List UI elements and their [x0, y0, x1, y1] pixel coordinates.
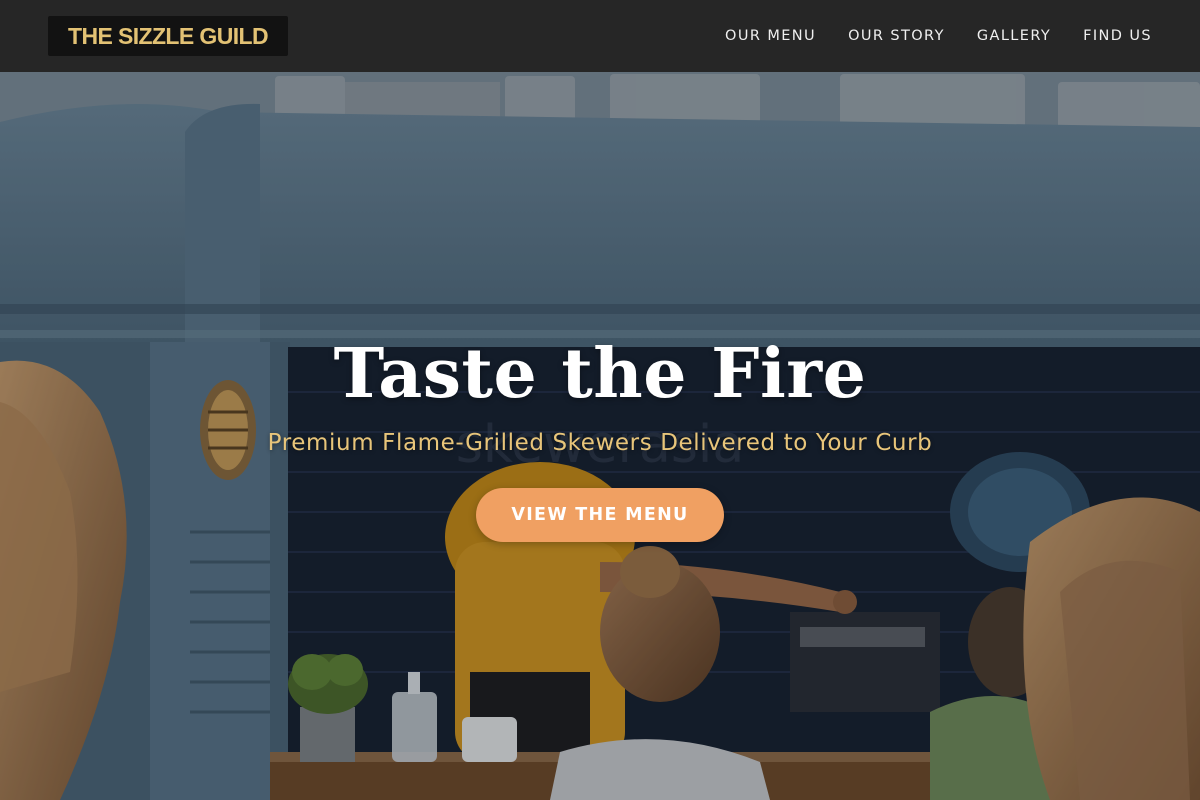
hero-content: Taste the Fire Premium Flame-Grilled Ske… — [0, 334, 1200, 542]
hero-subtitle: Premium Flame-Grilled Skewers Delivered … — [267, 430, 933, 456]
view-menu-button[interactable]: VIEW THE MENU — [476, 488, 724, 542]
navbar: THE SIZZLE GUILD OUR MENU OUR STORY GALL… — [0, 0, 1200, 72]
hero-title: Taste the Fire — [333, 334, 867, 414]
nav-item-gallery[interactable]: GALLERY — [977, 28, 1051, 44]
page: THE SIZZLE GUILD OUR MENU OUR STORY GALL… — [0, 0, 1200, 800]
nav-links: OUR MENU OUR STORY GALLERY FIND US — [725, 0, 1152, 72]
logo-link[interactable]: THE SIZZLE GUILD — [48, 16, 288, 56]
nav-item-our-menu[interactable]: OUR MENU — [725, 28, 816, 44]
nav-item-find-us[interactable]: FIND US — [1083, 28, 1152, 44]
hero-section: skewerasia Taste the Fire Premium Flame-… — [0, 72, 1200, 800]
nav-item-our-story[interactable]: OUR STORY — [848, 28, 945, 44]
brand-name: THE SIZZLE GUILD — [68, 22, 269, 49]
